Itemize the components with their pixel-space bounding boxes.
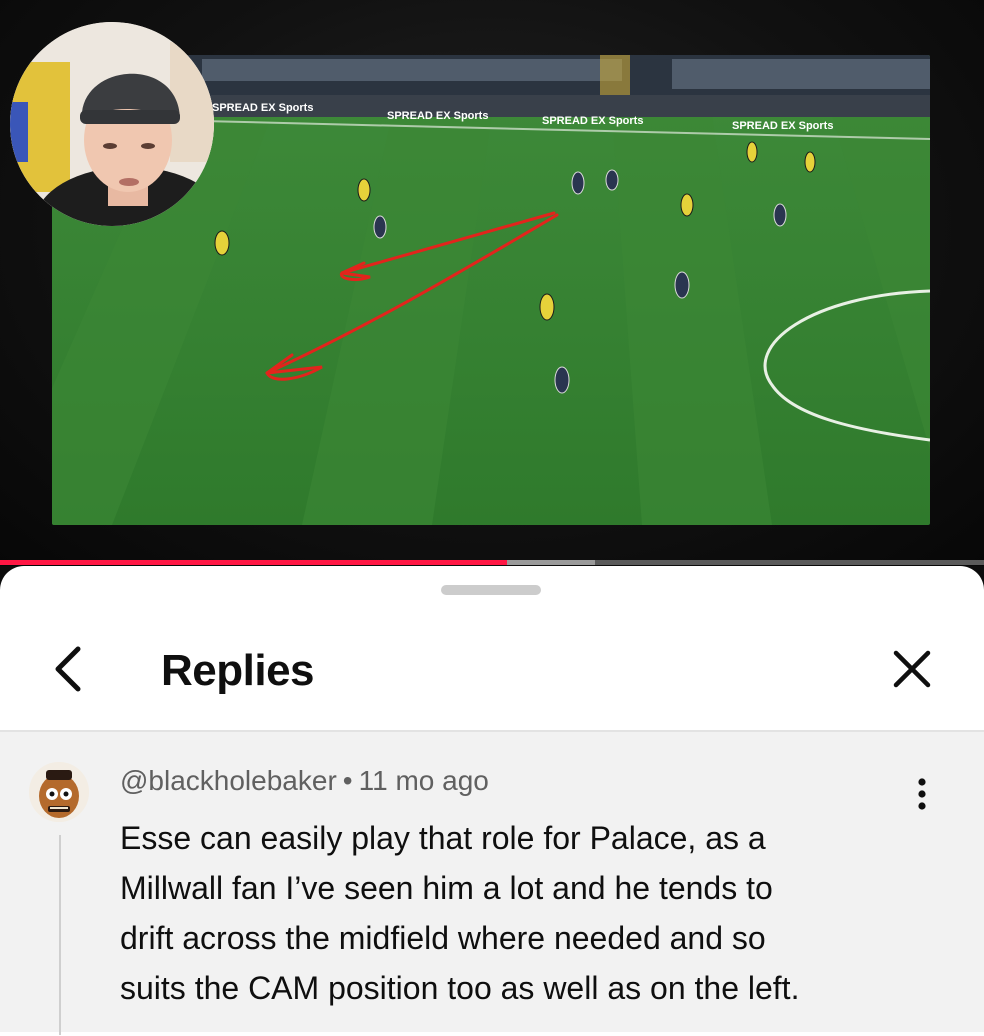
comment-line: suits the CAM position too as well as on… [120,970,800,1006]
sheet-title: Replies [161,646,315,695]
svg-text:SPREAD EX Sports: SPREAD EX Sports [212,102,313,114]
comment-username[interactable]: @blackholebaker [120,765,337,796]
svg-text:SPREAD EX Sports: SPREAD EX Sports [542,115,643,127]
close-button[interactable] [882,639,942,699]
comment-item: @blackholebaker • 11 mo ago Esse can easil… [0,732,984,1035]
comment-time: 11 mo ago [358,765,489,796]
video-player[interactable]: SPREAD EX Sports SPREAD EX Sports SPREAD… [0,0,984,566]
close-icon [893,650,931,688]
drag-handle[interactable] [441,585,541,595]
svg-text:SPREAD EX Sports: SPREAD EX Sports [387,110,488,122]
comment-menu-button[interactable] [900,772,944,816]
video-progress-bar[interactable] [0,560,984,565]
avatar[interactable] [29,762,89,822]
svg-text:SPREAD EX Sports: SPREAD EX Sports [732,120,833,132]
meta-separator: • [342,765,353,796]
comment-line: drift across the midfield where needed a… [120,920,766,956]
progress-played [0,560,507,565]
streamer-facecam [10,22,214,226]
replies-sheet: Replies @blackholebaker • 11 mo ago Esse… [0,566,984,1036]
back-button[interactable] [38,639,98,699]
comment-meta: @blackholebaker • 11 mo ago [120,765,489,797]
thread-line [59,835,61,1035]
chevron-left-icon [55,646,81,692]
comment-line: Millwall fan I’ve seen him a lot and he … [120,870,773,906]
comment-text: Esse can easily play that role for Palac… [120,813,920,1013]
comment-line: Esse can easily play that role for Palac… [120,820,766,856]
more-vertical-icon [918,778,926,810]
